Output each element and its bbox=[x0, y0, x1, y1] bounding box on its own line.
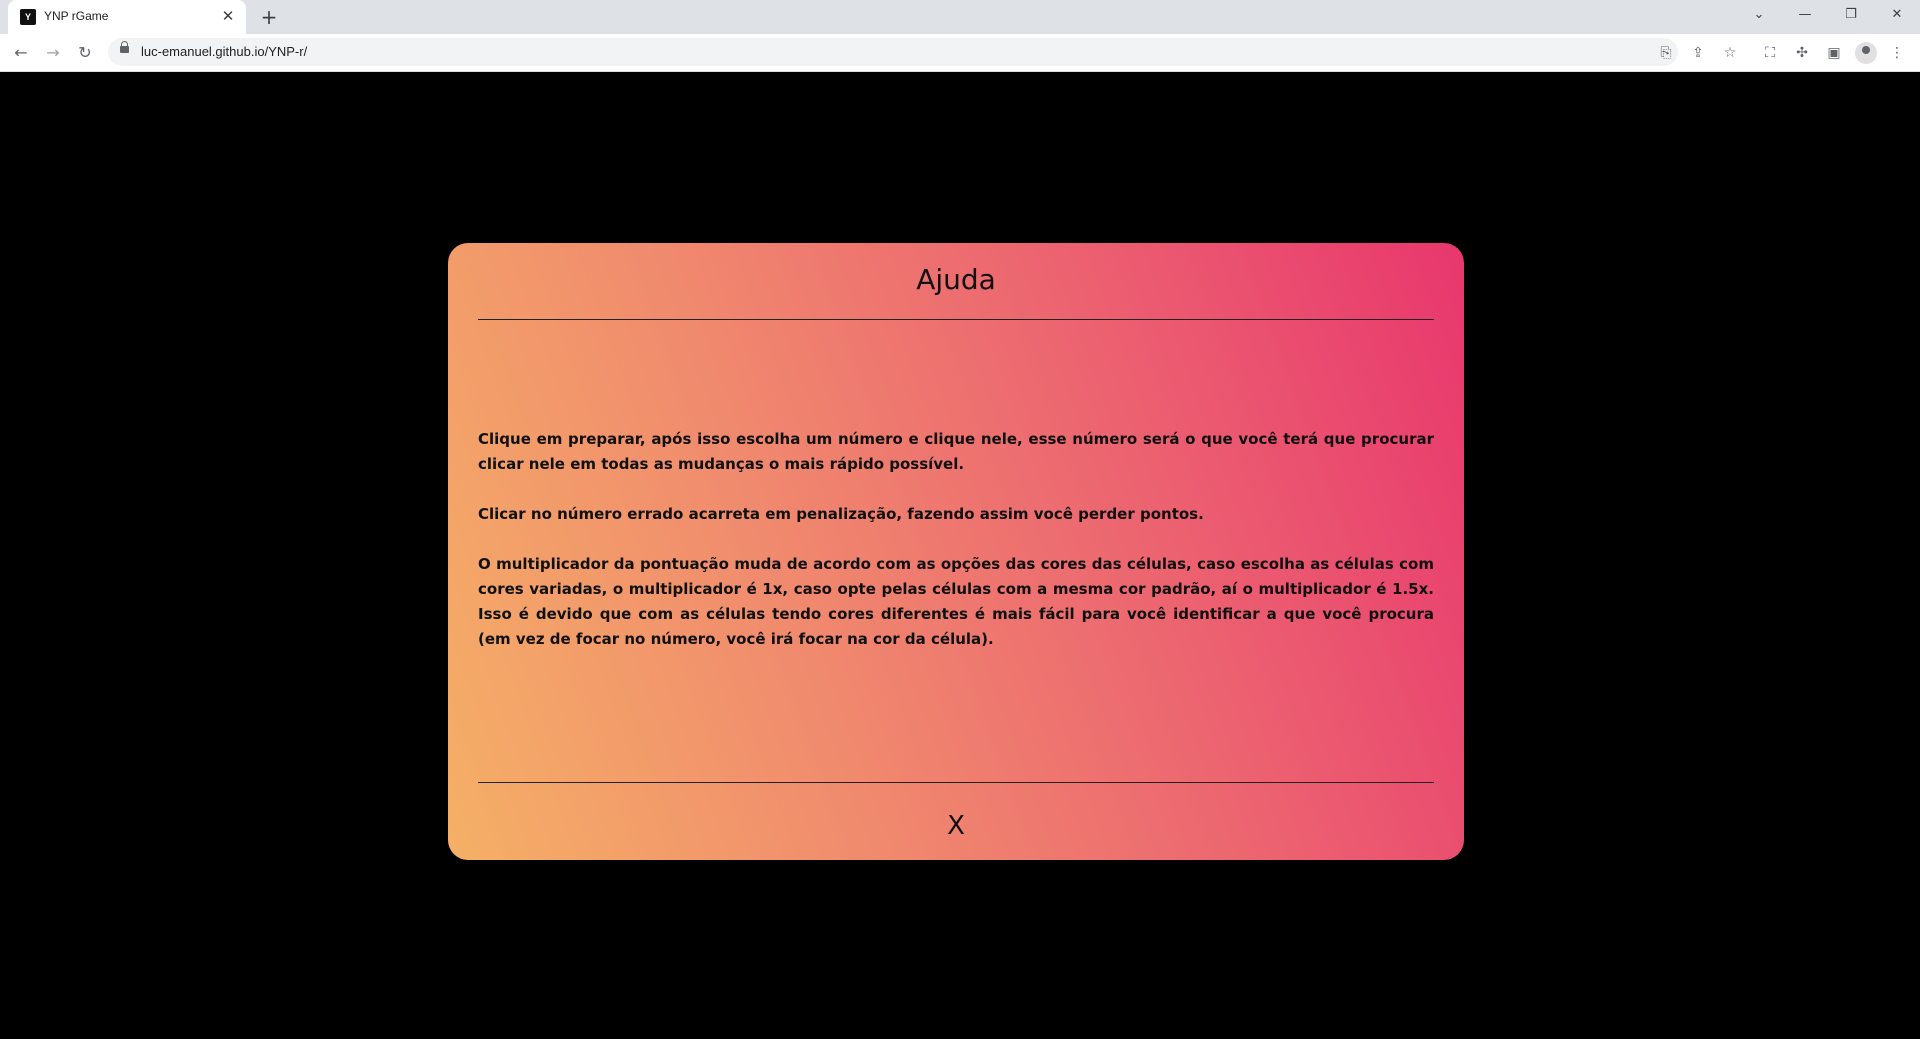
restore-button[interactable]: ❐ bbox=[1828, 0, 1874, 30]
site-favicon-icon: Y bbox=[20, 9, 36, 25]
help-modal: Ajuda Clique em preparar, após isso esco… bbox=[448, 243, 1464, 860]
address-bar[interactable]: luc-emanuel.github.io/YNP-r/ bbox=[108, 38, 1678, 66]
menu-kebab-icon[interactable]: ⋮ bbox=[1886, 42, 1908, 64]
tab-search-icon[interactable]: ⌄ bbox=[1736, 0, 1782, 30]
share-icon[interactable]: ⇪ bbox=[1687, 42, 1709, 64]
footer-divider bbox=[478, 782, 1434, 783]
help-paragraph: O multiplicador da pontuação muda de aco… bbox=[478, 555, 1434, 648]
new-tab-button[interactable]: + bbox=[256, 5, 282, 29]
browser-toolbar: ← → ↻ luc-emanuel.github.io/YNP-r/ ⎘ ⇪ ☆… bbox=[0, 34, 1920, 72]
header-divider bbox=[478, 319, 1434, 320]
extensions-icon[interactable]: ✣ bbox=[1791, 42, 1813, 64]
bookmark-star-icon[interactable]: ☆ bbox=[1719, 42, 1741, 64]
close-window-button[interactable]: ✕ bbox=[1874, 0, 1920, 30]
tab-title: YNP rGame bbox=[44, 9, 109, 23]
help-paragraph: Clicar no número errado acarreta em pena… bbox=[478, 505, 1204, 523]
help-text: Clique em preparar, após isso escolha um… bbox=[478, 427, 1434, 677]
tab-strip: Y YNP rGame ✕ + ⌄ — ❐ ✕ bbox=[0, 0, 1920, 34]
translate-icon[interactable]: ⎘ bbox=[1655, 42, 1677, 64]
back-icon[interactable]: ← bbox=[8, 40, 34, 66]
modal-title: Ajuda bbox=[916, 263, 996, 296]
side-panel-icon[interactable]: ▣ bbox=[1823, 42, 1845, 64]
screenshot-icon[interactable]: ⛶ bbox=[1759, 42, 1781, 64]
url-text[interactable]: luc-emanuel.github.io/YNP-r/ bbox=[141, 44, 307, 59]
browser-tab[interactable]: Y YNP rGame ✕ bbox=[8, 0, 246, 34]
forward-icon[interactable]: → bbox=[40, 40, 66, 66]
minimize-button[interactable]: — bbox=[1782, 0, 1828, 30]
reload-icon[interactable]: ↻ bbox=[72, 40, 98, 66]
close-tab-icon[interactable]: ✕ bbox=[218, 6, 238, 26]
lock-icon[interactable] bbox=[120, 41, 129, 53]
close-modal-button[interactable]: X bbox=[926, 806, 986, 846]
profile-avatar-icon[interactable] bbox=[1855, 42, 1877, 64]
help-paragraph: Clique em preparar, após isso escolha um… bbox=[478, 430, 1434, 473]
